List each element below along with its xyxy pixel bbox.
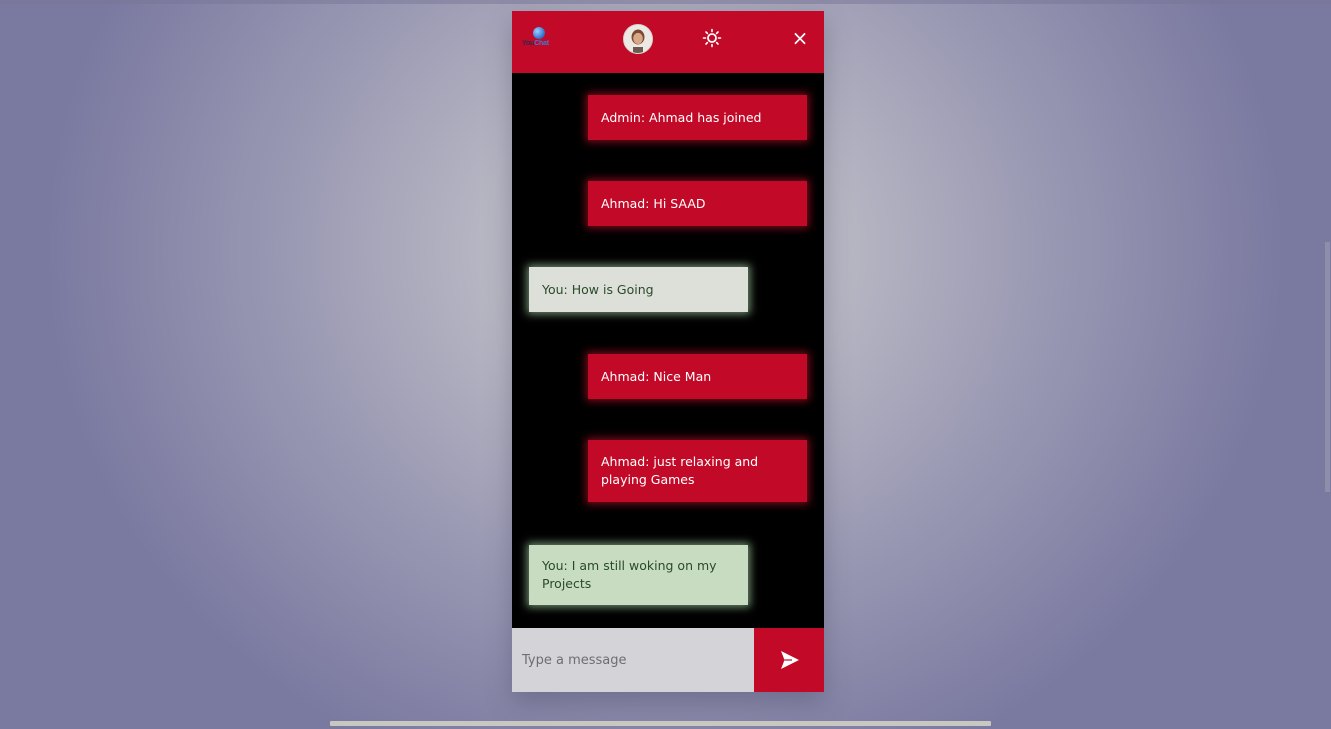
- logo-text-suffix: Chat: [534, 40, 549, 47]
- message-text: You: I am still woking on my Projects: [542, 558, 717, 591]
- message-text: You: How is Going: [542, 281, 654, 297]
- close-button[interactable]: ×: [790, 26, 810, 50]
- close-icon: ×: [791, 26, 809, 50]
- message-bubble-incoming: Ahmad: just relaxing and playing Games: [588, 440, 807, 502]
- message-text: Ahmad: Hi SAAD: [601, 195, 706, 211]
- message-text: Admin: Ahmad has joined: [601, 109, 762, 125]
- theme-toggle-button[interactable]: [702, 28, 722, 48]
- message-text: Ahmad: just relaxing and playing Games: [601, 454, 759, 487]
- send-button[interactable]: [754, 628, 824, 692]
- horizontal-scrollbar[interactable]: [330, 721, 991, 726]
- sun-icon: [702, 28, 722, 48]
- avatar[interactable]: [623, 24, 653, 54]
- vertical-scrollbar[interactable]: [1325, 242, 1330, 492]
- message-input[interactable]: [512, 628, 754, 692]
- message-composer: [512, 628, 824, 692]
- browser-top-edge: [0, 0, 1331, 4]
- chat-header: YouChat ×: [512, 11, 824, 73]
- message-bubble-outgoing: You: I am still woking on my Projects: [529, 545, 748, 605]
- user-avatar-icon: [624, 25, 652, 53]
- message-text: Ahmad: Nice Man: [601, 368, 712, 384]
- message-bubble-outgoing: You: How is Going: [529, 267, 748, 312]
- chat-window: YouChat × Admin: Ahmad has joined Ahmad:…: [512, 11, 824, 692]
- youchat-logo: YouChat: [522, 27, 558, 53]
- globe-icon: [533, 27, 545, 39]
- message-bubble-incoming: Ahmad: Nice Man: [588, 354, 807, 399]
- message-bubble-incoming: Admin: Ahmad has joined: [588, 95, 807, 140]
- send-icon: [781, 651, 799, 669]
- logo-text-prefix: You: [522, 40, 535, 47]
- logo-text: YouChat: [522, 40, 558, 47]
- message-bubble-incoming: Ahmad: Hi SAAD: [588, 181, 807, 226]
